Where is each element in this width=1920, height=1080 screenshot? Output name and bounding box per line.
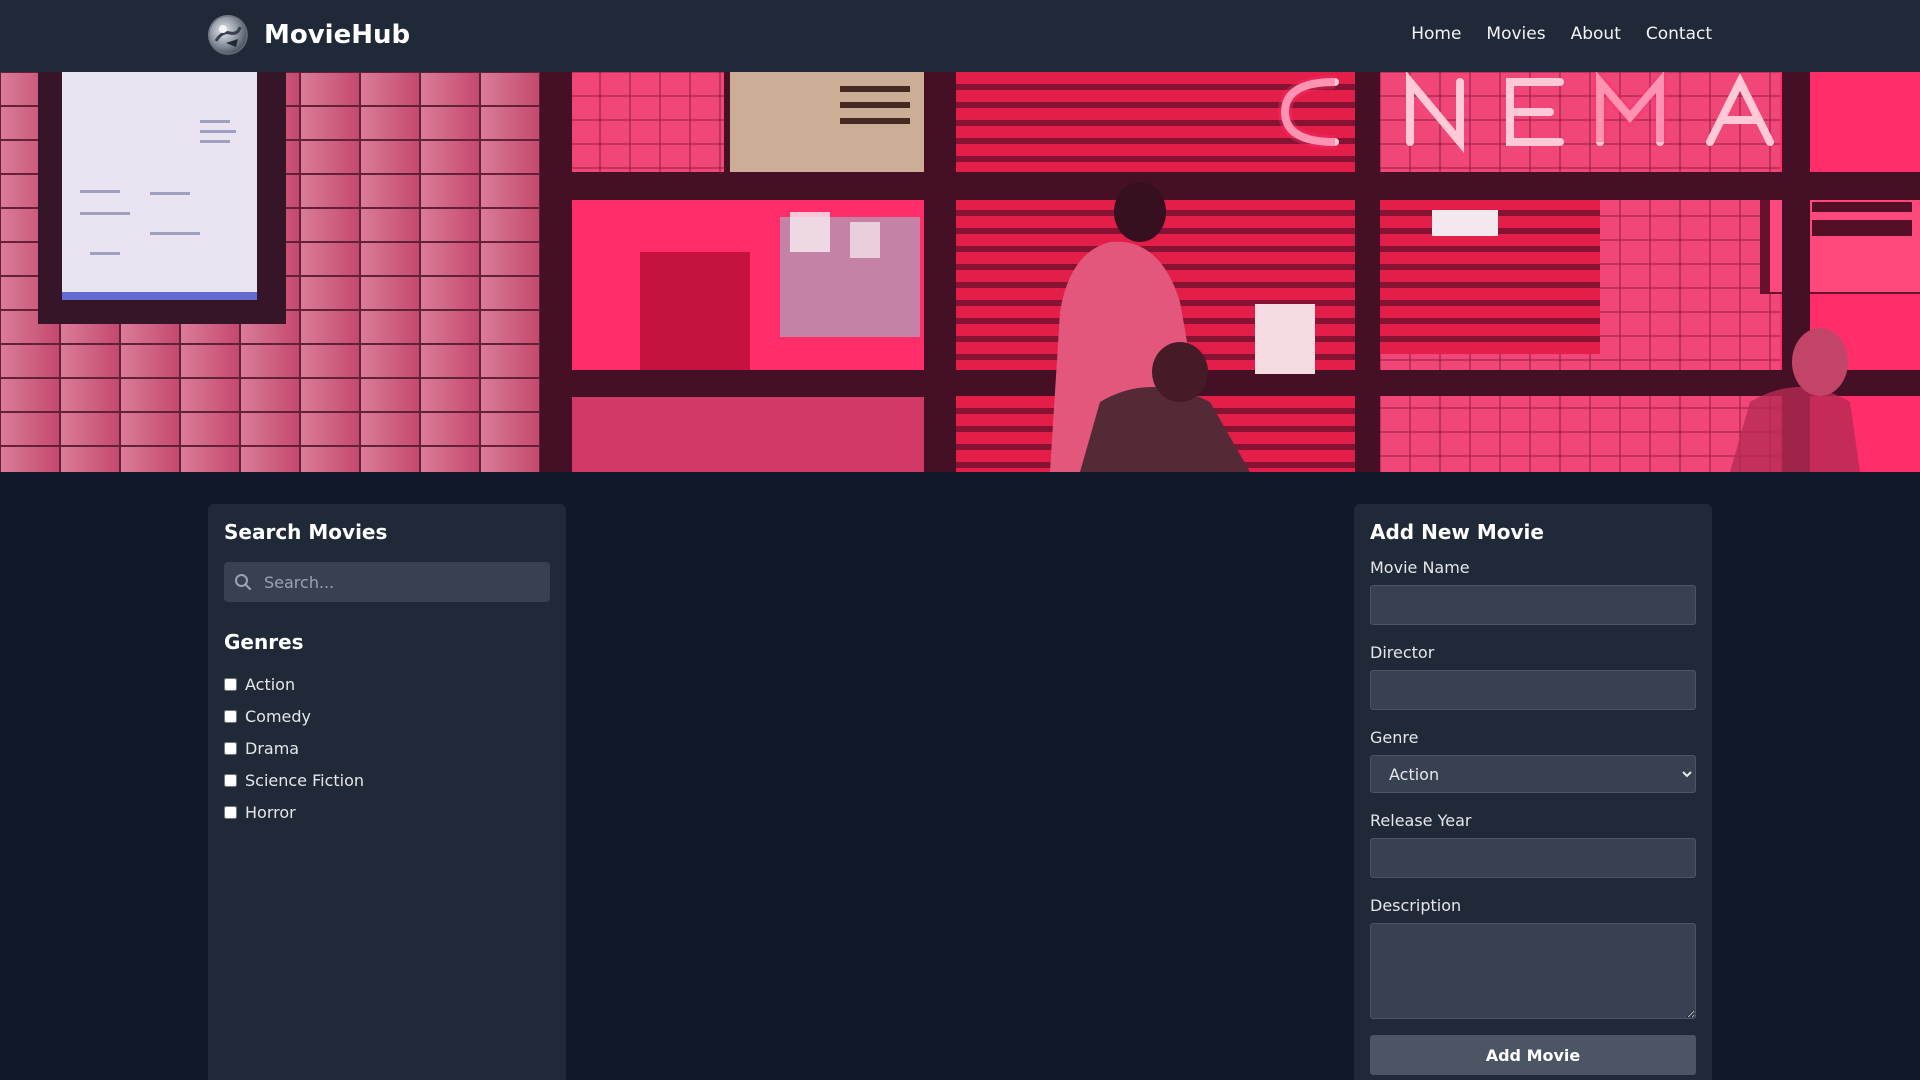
top-navbar: MovieHub Home Movies About Contact bbox=[0, 0, 1920, 72]
search-input[interactable] bbox=[224, 562, 550, 602]
genre-item-action: Action bbox=[224, 668, 550, 700]
hero-cinema-image bbox=[0, 72, 1920, 472]
director-input[interactable] bbox=[1370, 670, 1696, 710]
add-movie-button[interactable]: Add Movie bbox=[1370, 1035, 1696, 1075]
add-movie-title: Add New Movie bbox=[1370, 520, 1544, 544]
release-year-label: Release Year bbox=[1370, 811, 1472, 830]
nav-about[interactable]: About bbox=[1571, 24, 1621, 44]
brand[interactable]: MovieHub bbox=[208, 15, 410, 55]
genre-checkbox-action[interactable] bbox=[224, 677, 237, 691]
genre-label: Drama bbox=[245, 738, 300, 758]
description-textarea[interactable] bbox=[1370, 923, 1696, 1019]
genre-checkbox-horror[interactable] bbox=[224, 805, 237, 819]
search-panel: Search Movies Genres Action Comedy Drama… bbox=[208, 504, 566, 1080]
search-title: Search Movies bbox=[224, 520, 388, 544]
search-box[interactable] bbox=[224, 562, 550, 602]
hero-banner bbox=[0, 72, 1920, 472]
brand-name: MovieHub bbox=[264, 20, 411, 50]
genre-list: Action Comedy Drama Science Fiction Horr… bbox=[224, 668, 550, 828]
genre-item-horror: Horror bbox=[224, 796, 550, 828]
director-label: Director bbox=[1370, 643, 1435, 662]
description-label: Description bbox=[1370, 896, 1462, 915]
genre-checkbox-drama[interactable] bbox=[224, 741, 237, 755]
movie-name-input[interactable] bbox=[1370, 585, 1696, 625]
add-movie-panel: Add New Movie Movie Name Director Genre … bbox=[1354, 504, 1712, 1080]
genre-item-drama: Drama bbox=[224, 732, 550, 764]
movie-name-label: Movie Name bbox=[1370, 558, 1470, 577]
genre-select[interactable]: Action bbox=[1370, 755, 1696, 793]
genre-label: Science Fiction bbox=[245, 770, 365, 790]
logo-icon bbox=[208, 15, 248, 55]
genre-label: Comedy bbox=[245, 706, 312, 726]
nav-movies[interactable]: Movies bbox=[1486, 24, 1545, 44]
genre-item-science-fiction: Science Fiction bbox=[224, 764, 550, 796]
nav-home[interactable]: Home bbox=[1411, 24, 1461, 44]
release-year-input[interactable] bbox=[1370, 838, 1696, 878]
genres-title: Genres bbox=[224, 630, 304, 654]
genre-checkbox-science-fiction[interactable] bbox=[224, 773, 237, 787]
main-nav: Home Movies About Contact bbox=[1411, 24, 1712, 44]
nav-contact[interactable]: Contact bbox=[1646, 24, 1712, 44]
genre-label: Genre bbox=[1370, 728, 1419, 747]
genre-label: Horror bbox=[245, 802, 296, 822]
genre-item-comedy: Comedy bbox=[224, 700, 550, 732]
genre-label: Action bbox=[245, 674, 296, 694]
genre-checkbox-comedy[interactable] bbox=[224, 709, 237, 723]
